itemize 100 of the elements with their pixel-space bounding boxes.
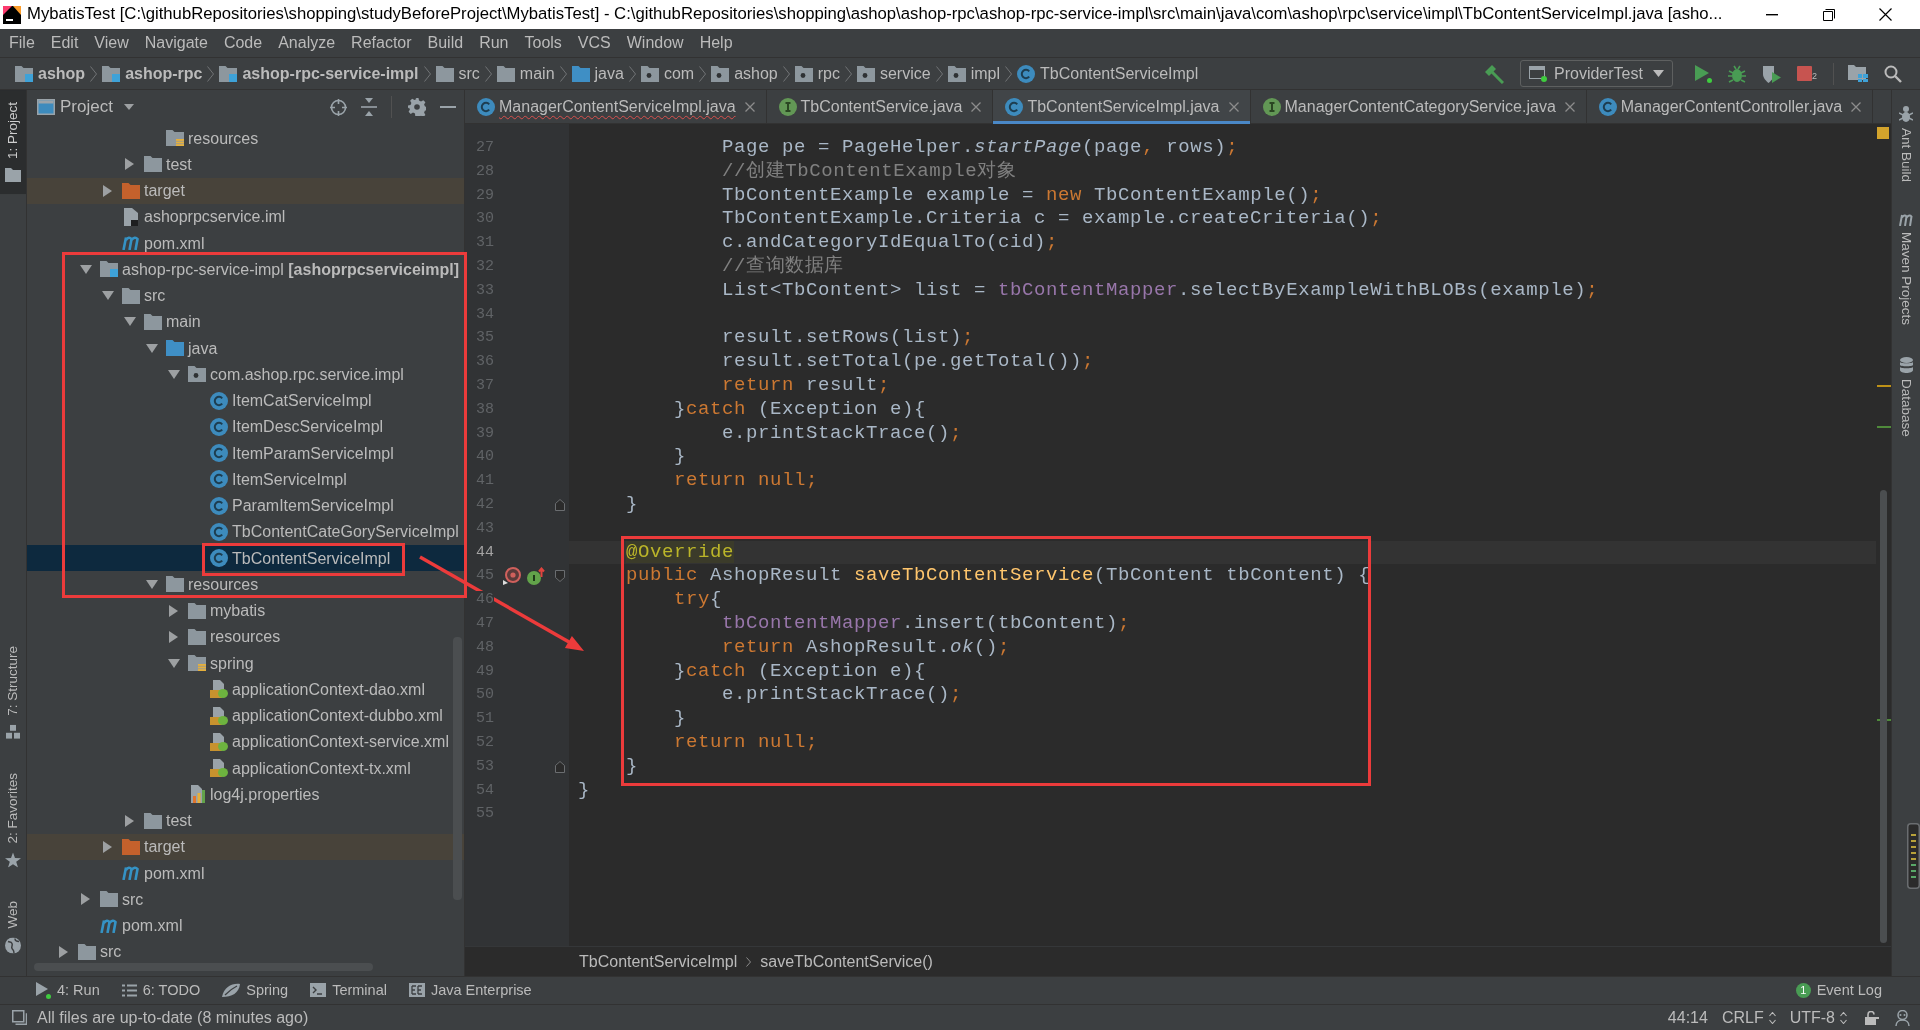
gauge-icon[interactable]	[1907, 823, 1920, 889]
line-separator-selector[interactable]: CRLF	[1721, 1007, 1776, 1028]
tree-item[interactable]: test	[27, 151, 464, 178]
breadcrumb-item[interactable]: com	[639, 63, 696, 84]
tree-item[interactable]: ashoprpcservice.iml	[27, 203, 464, 230]
tree-item[interactable]: ItemServiceImpl	[27, 466, 464, 493]
menu-item[interactable]: Run	[471, 33, 517, 53]
breadcrumb-item[interactable]: ashop	[710, 63, 779, 84]
menu-item[interactable]: Build	[419, 33, 472, 53]
menu-item[interactable]: Window	[618, 33, 692, 53]
minimize-icon[interactable]	[1765, 13, 1778, 16]
tool-window-button[interactable]: Spring	[222, 981, 289, 1000]
lock-icon[interactable]	[1865, 1010, 1879, 1025]
tree-item[interactable]: mybatis	[27, 597, 464, 624]
tree-item[interactable]: pom.xml	[27, 230, 464, 257]
breadcrumb-item[interactable]: service	[855, 63, 932, 84]
restore-icon[interactable]	[1822, 8, 1835, 21]
tree-item[interactable]: applicationContext-dubbo.xml	[27, 702, 464, 729]
tree-item[interactable]: ItemDescServiceImpl	[27, 413, 464, 440]
crosshair-icon[interactable]	[330, 98, 347, 116]
tool-window-button[interactable]: Terminal	[310, 981, 387, 1000]
caret-down-icon[interactable]	[79, 264, 92, 274]
caret-right-icon[interactable]	[125, 814, 134, 827]
encoding-selector[interactable]: UTF-8	[1789, 1007, 1847, 1028]
breadcrumb-item[interactable]: TbContentServiceImpl	[1016, 63, 1200, 84]
fold-marker-icon[interactable]	[555, 570, 565, 583]
caret-right-icon[interactable]	[81, 893, 90, 906]
person-icon[interactable]	[1895, 1009, 1910, 1026]
tree-item[interactable]: ParamItemServiceImpl	[27, 492, 464, 519]
breadcrumb-item[interactable]: ashop	[14, 63, 87, 84]
caret-right-icon[interactable]	[169, 630, 178, 643]
editor-tab[interactable]: TbContentServiceImpl.java	[993, 90, 1251, 124]
menu-item[interactable]: Edit	[42, 33, 87, 53]
tool-window-button[interactable]: Maven Projects	[1892, 208, 1920, 332]
breadcrumb-item[interactable]: java	[570, 63, 625, 84]
collapse-all-icon[interactable]	[361, 98, 377, 116]
tool-window-button[interactable]: 1: Project	[0, 90, 26, 195]
caret-down-icon[interactable]	[145, 579, 158, 589]
caret-right-icon[interactable]	[103, 184, 112, 197]
event-log-button[interactable]: 1 Event Log	[1795, 981, 1882, 1000]
tool-window-button[interactable]: 4: Run	[36, 981, 100, 1000]
caret-down-icon[interactable]	[101, 291, 114, 301]
tree-item[interactable]: target	[27, 833, 464, 860]
tree-item[interactable]: ItemParamServiceImpl	[27, 440, 464, 467]
tool-window-button[interactable]: Java Enterprise	[408, 981, 532, 1000]
tree-item[interactable]: src	[27, 938, 464, 965]
tree-item[interactable]: src	[27, 282, 464, 309]
tree-item[interactable]: pom.xml	[27, 860, 464, 887]
tree-item[interactable]: target	[27, 177, 464, 204]
tree-item[interactable]: spring	[27, 650, 464, 677]
caret-position[interactable]: 44:14	[1667, 1007, 1708, 1028]
search-icon[interactable]	[1884, 64, 1902, 83]
menu-item[interactable]: Refactor	[343, 33, 420, 53]
tree-item[interactable]: resources	[27, 125, 464, 152]
close-icon[interactable]	[1879, 8, 1892, 21]
caret-right-icon[interactable]	[169, 604, 178, 617]
shield-play-icon[interactable]	[1762, 64, 1781, 83]
menu-item[interactable]: File	[1, 33, 43, 53]
tree-item[interactable]: main	[27, 308, 464, 335]
caret-down-icon[interactable]	[167, 658, 180, 668]
view-selector[interactable]: Project	[37, 96, 134, 118]
fold-marker-icon[interactable]	[555, 498, 565, 511]
tree-item[interactable]: TbContentServiceImpl	[27, 545, 464, 572]
tool-window-button[interactable]: 6: TODO	[121, 981, 201, 1000]
tree-item[interactable]: pom.xml	[27, 912, 464, 939]
run-configuration-dropdown[interactable]: ProviderTest	[1520, 60, 1673, 87]
tree-item[interactable]: TbContentCateGoryServiceImpl	[27, 518, 464, 545]
breadcrumb-item[interactable]: ashop-rpc	[101, 63, 204, 84]
tree-item[interactable]: ItemCatServiceImpl	[27, 387, 464, 414]
tree-item[interactable]: applicationContext-dao.xml	[27, 676, 464, 703]
tree-item[interactable]: java	[27, 335, 464, 362]
breadcrumb-item[interactable]: rpc	[793, 63, 841, 84]
tree-item[interactable]: ashop-rpc-service-impl [ashoprpcserviceimpl]	[27, 256, 464, 283]
tree-item[interactable]: test	[27, 807, 464, 834]
tool-window-button[interactable]: Database	[1892, 351, 1920, 443]
tree-item[interactable]: src	[27, 886, 464, 913]
caret-right-icon[interactable]	[59, 945, 68, 958]
tree-item[interactable]: resources	[27, 623, 464, 650]
play-icon[interactable]	[1695, 64, 1712, 83]
caret-right-icon[interactable]	[103, 840, 112, 853]
breadcrumb-item[interactable]: saveTbContentService()	[760, 951, 933, 972]
menu-item[interactable]: Analyze	[270, 33, 344, 53]
scrollbar-thumb[interactable]	[1880, 490, 1887, 943]
tree-item[interactable]: resources	[27, 571, 464, 598]
menu-item[interactable]: VCS	[569, 33, 619, 53]
caret-down-icon[interactable]	[167, 369, 180, 379]
menu-item[interactable]: View	[86, 33, 137, 53]
tool-window-button[interactable]: 2: Favorites	[0, 760, 26, 880]
menu-item[interactable]: Navigate	[136, 33, 216, 53]
breadcrumb-item[interactable]: main	[495, 63, 556, 84]
menu-item[interactable]: Tools	[516, 33, 570, 53]
breadcrumb-item[interactable]: TbContentServiceImpl	[579, 951, 738, 972]
window-icon[interactable]	[12, 1010, 27, 1025]
tool-window-button[interactable]: Web	[0, 889, 26, 966]
breadcrumb-item[interactable]: impl	[946, 63, 1001, 84]
fold-marker-icon[interactable]	[555, 760, 565, 773]
gear-icon[interactable]	[408, 98, 426, 116]
breadcrumb-item[interactable]: src	[434, 63, 481, 84]
tree-item[interactable]: log4j.properties	[27, 781, 464, 808]
hammer-icon[interactable]	[1484, 63, 1504, 84]
